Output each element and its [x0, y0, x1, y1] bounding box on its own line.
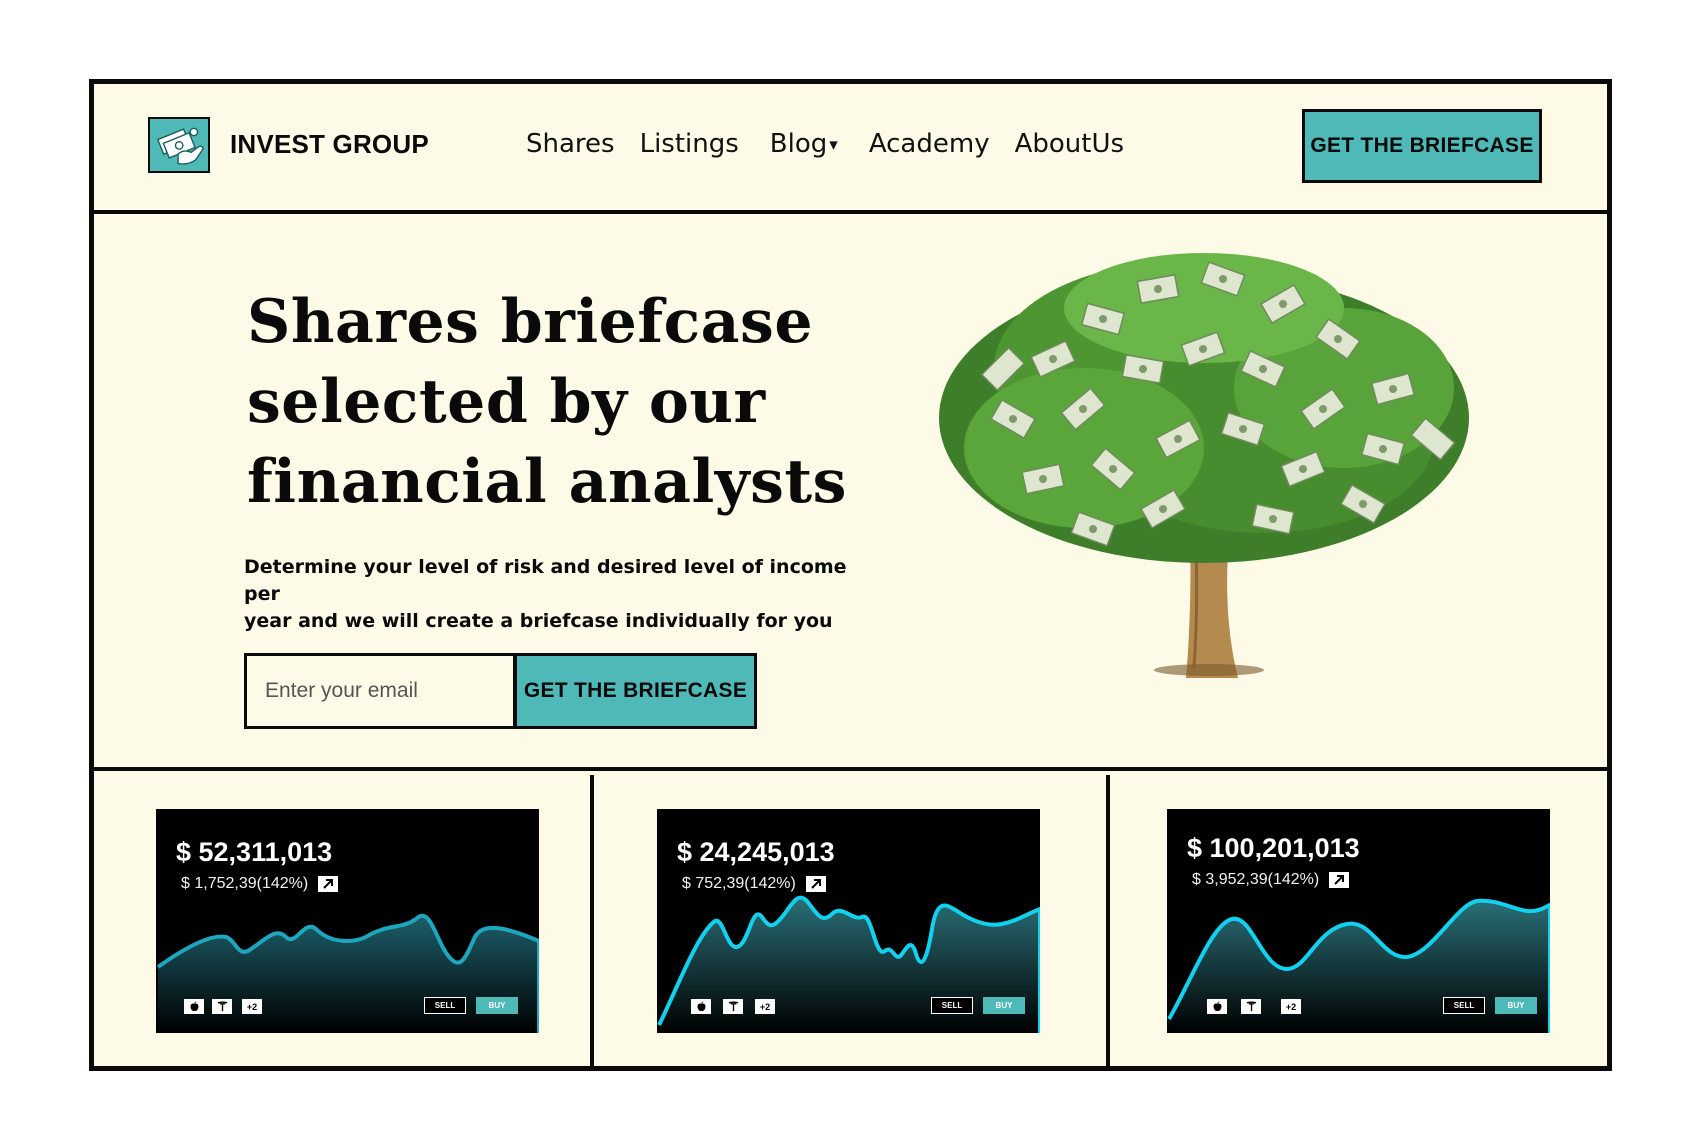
stock-card[interactable]: $ 100,201,013 $ 3,952,39(142%) +2 SELL B…: [1167, 809, 1550, 1033]
hero-title-line: financial analysts: [247, 447, 847, 517]
arrow-up-right-icon[interactable]: [318, 876, 339, 892]
hero-title-line: Shares briefcase: [247, 287, 813, 357]
card-cell: $ 24,245,013 $ 752,39(142%) +2 SELL BUY: [594, 775, 1110, 1071]
buy-button[interactable]: BUY: [476, 997, 518, 1014]
hero: Shares briefcase selected by our financi…: [94, 218, 1607, 771]
stock-card[interactable]: $ 52,311,013 $ 1,752,39(142%) +2 SELL BU…: [156, 809, 539, 1033]
portfolio-value: $ 24,245,013: [677, 837, 835, 867]
change-text: $ 1,752,39(142%): [181, 875, 309, 892]
nav-listings[interactable]: Listings: [640, 129, 739, 159]
chevron-down-icon: ▾: [829, 135, 838, 155]
sell-button[interactable]: SELL: [1443, 997, 1485, 1014]
sell-button[interactable]: SELL: [424, 997, 466, 1014]
tesla-icon[interactable]: [212, 999, 232, 1014]
nav-blog[interactable]: Blog ▾: [770, 129, 838, 159]
apple-icon[interactable]: [1207, 999, 1227, 1014]
more-tags-badge[interactable]: +2: [1281, 999, 1301, 1014]
portfolio-change: $ 1,752,39(142%): [181, 875, 339, 893]
nav-blog-label: Blog: [769, 129, 828, 159]
nav-aboutus[interactable]: AboutUs: [1015, 129, 1124, 159]
portfolio-value: $ 100,201,013: [1187, 833, 1360, 863]
money-tree-image: [939, 253, 1469, 678]
tesla-icon[interactable]: [1241, 999, 1261, 1014]
header: INVEST GROUP Shares Listings Blog ▾ Acade…: [94, 84, 1607, 214]
more-tags-badge[interactable]: +2: [755, 999, 775, 1014]
hero-title-line: selected by our: [247, 367, 766, 437]
apple-icon[interactable]: [184, 999, 204, 1014]
apple-icon[interactable]: [691, 999, 711, 1014]
hero-subtitle: Determine your level of risk and desired…: [244, 554, 864, 635]
stock-card[interactable]: $ 24,245,013 $ 752,39(142%) +2 SELL BUY: [657, 809, 1040, 1033]
money-stack-icon[interactable]: [148, 117, 210, 173]
buy-button[interactable]: BUY: [1495, 997, 1537, 1014]
signup-form: GET THE BRIEFCASE: [244, 653, 757, 729]
portfolio-change: $ 3,952,39(142%): [1192, 871, 1350, 889]
portfolio-change: $ 752,39(142%): [682, 875, 826, 893]
portfolio-value: $ 52,311,013: [176, 837, 333, 867]
buy-button[interactable]: BUY: [983, 997, 1025, 1014]
change-text: $ 752,39(142%): [682, 875, 796, 892]
card-cell: $ 52,311,013 $ 1,752,39(142%) +2 SELL BU…: [94, 775, 594, 1071]
stock-cards: $ 52,311,013 $ 1,752,39(142%) +2 SELL BU…: [94, 775, 1607, 1071]
hero-subtitle-line: Determine your level of risk and desired…: [244, 556, 847, 605]
tesla-icon[interactable]: [723, 999, 743, 1014]
get-briefcase-header-button[interactable]: GET THE BRIEFCASE: [1302, 109, 1542, 183]
arrow-up-right-icon[interactable]: [805, 876, 826, 892]
page-frame: INVEST GROUP Shares Listings Blog ▾ Acade…: [89, 79, 1612, 1071]
sell-button[interactable]: SELL: [931, 997, 973, 1014]
card-cell: $ 100,201,013 $ 3,952,39(142%) +2 SELL B…: [1110, 775, 1607, 1071]
nav-academy[interactable]: Academy: [869, 129, 990, 159]
change-text: $ 3,952,39(142%): [1192, 871, 1320, 888]
more-tags-badge[interactable]: +2: [242, 999, 262, 1014]
email-input[interactable]: [244, 653, 513, 729]
main-nav: Shares Listings Blog ▾ Academy AboutUs: [526, 129, 1149, 159]
hero-subtitle-line: year and we will create a briefcase indi…: [244, 610, 833, 632]
hero-title: Shares briefcase selected by our financi…: [247, 282, 867, 522]
arrow-up-right-icon[interactable]: [1329, 872, 1350, 888]
nav-shares[interactable]: Shares: [526, 129, 615, 159]
brand-name[interactable]: INVEST GROUP: [230, 129, 429, 160]
get-briefcase-button[interactable]: GET THE BRIEFCASE: [513, 653, 757, 729]
